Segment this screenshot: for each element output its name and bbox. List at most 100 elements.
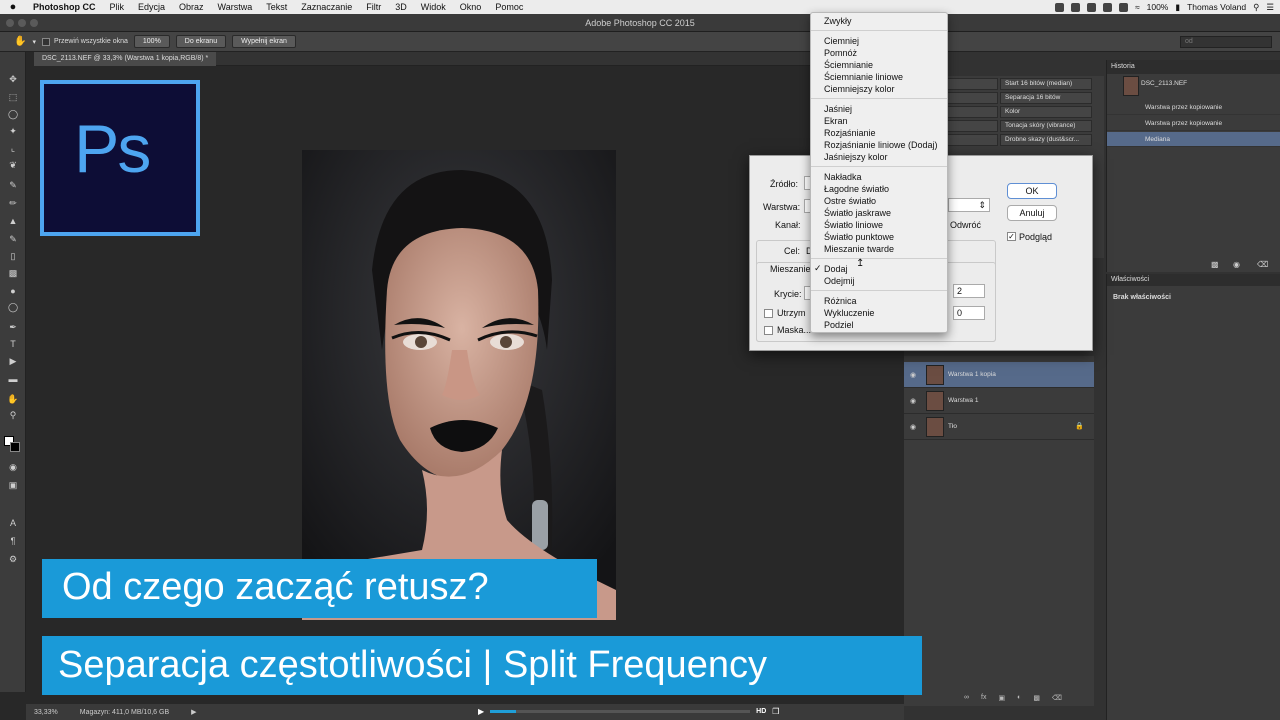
blend-mode-option[interactable]: Rozjaśnianie liniowe (Dodaj) bbox=[824, 139, 938, 151]
blend-mode-option[interactable]: Pomnóż bbox=[824, 47, 857, 59]
paragraph-panel-icon[interactable]: ¶ bbox=[7, 536, 19, 546]
blend-mode-option[interactable]: Ostre światło bbox=[824, 195, 876, 207]
search-icon[interactable]: ⚲ bbox=[1253, 2, 1259, 13]
eraser-tool-icon[interactable]: ▯ bbox=[7, 251, 19, 261]
layer-row[interactable]: ◉ Warstwa 1 kopia bbox=[904, 362, 1094, 388]
hd-badge[interactable]: HD bbox=[756, 708, 766, 715]
apple-icon[interactable]: ● bbox=[0, 1, 26, 13]
dodge-tool-icon[interactable]: ◯ bbox=[7, 302, 19, 312]
action-button[interactable]: Kolor bbox=[1000, 106, 1092, 118]
fullscreen-icon[interactable]: ❒ bbox=[772, 707, 779, 716]
zoom-level[interactable]: 33,33% bbox=[34, 709, 58, 716]
new-document-from-state-icon[interactable]: ▩ bbox=[1211, 260, 1219, 269]
blend-mode-option[interactable]: Światło jaskrawe bbox=[824, 207, 891, 219]
history-panel-title[interactable]: Historia bbox=[1107, 60, 1280, 74]
blend-mode-option[interactable]: Nakładka bbox=[824, 171, 862, 183]
menu-okno[interactable]: Okno bbox=[453, 2, 489, 12]
document-photo[interactable] bbox=[302, 150, 616, 620]
video-progress-track[interactable] bbox=[490, 709, 751, 713]
close-window-button[interactable] bbox=[6, 19, 14, 27]
fill-screen-button[interactable]: Wypełnij ekran bbox=[232, 35, 296, 48]
visibility-eye-icon[interactable]: ◉ bbox=[910, 371, 916, 379]
play-icon[interactable]: ▶ bbox=[478, 707, 484, 716]
screen-mode-icon[interactable]: ▣ bbox=[7, 480, 19, 490]
blend-mode-option[interactable]: Ekran bbox=[824, 115, 848, 127]
background-color-swatch[interactable] bbox=[10, 442, 20, 452]
menu-obraz[interactable]: Obraz bbox=[172, 2, 211, 12]
blend-mode-option[interactable]: Różnica bbox=[824, 295, 857, 307]
blend-mode-option[interactable]: Łagodne światło bbox=[824, 183, 889, 195]
action-button[interactable]: Drobne skazy (dust&scr... bbox=[1000, 134, 1092, 146]
preview-checkbox[interactable]: ✓ bbox=[1007, 232, 1016, 241]
blend-mode-option[interactable]: Światło punktowe bbox=[824, 231, 894, 243]
healing-brush-icon[interactable]: ✎ bbox=[7, 180, 19, 190]
menu-warstwa[interactable]: Warstwa bbox=[211, 2, 260, 12]
menu-3d[interactable]: 3D bbox=[388, 2, 414, 12]
scale-field[interactable]: 2 bbox=[953, 284, 985, 298]
menu-tekst[interactable]: Tekst bbox=[259, 2, 294, 12]
properties-panel-title[interactable]: Właściwości bbox=[1107, 274, 1280, 286]
blend-mode-option[interactable]: Jaśniej bbox=[824, 103, 852, 115]
wifi-icon[interactable]: ≈ bbox=[1135, 2, 1140, 12]
eyedropper-tool-icon[interactable]: ❦ bbox=[7, 160, 19, 170]
quick-select-tool-icon[interactable]: ✦ bbox=[7, 126, 19, 136]
blend-mode-option[interactable]: Wykluczenie bbox=[824, 307, 874, 319]
crop-tool-icon[interactable]: ⌞ bbox=[7, 143, 19, 153]
blend-mode-option[interactable]: Ściemnianie bbox=[824, 59, 873, 71]
document-tab[interactable]: DSC_2113.NEF @ 33,3% (Warstwa 1 kopia,RG… bbox=[34, 52, 217, 66]
camera-icon[interactable]: ◉ bbox=[1233, 260, 1240, 269]
trash-icon[interactable]: ⌫ bbox=[1052, 694, 1062, 702]
type-tool-icon[interactable]: T bbox=[7, 339, 19, 349]
status-icon[interactable] bbox=[1070, 2, 1080, 12]
status-menu-arrow-icon[interactable]: ▶ bbox=[191, 708, 196, 716]
character-panel-icon[interactable]: A bbox=[7, 518, 19, 528]
invert-label[interactable]: Odwróć bbox=[950, 220, 981, 230]
path-select-icon[interactable]: ▶ bbox=[7, 356, 19, 366]
menu-pomoc[interactable]: Pomoc bbox=[488, 2, 530, 12]
action-button[interactable]: Start 16 bitów (median) bbox=[1000, 78, 1092, 90]
blend-mode-option[interactable]: Ciemniej bbox=[824, 35, 859, 47]
blend-mode-option[interactable]: Światło liniowe bbox=[824, 219, 883, 231]
hand-tool-icon[interactable]: ✋ bbox=[7, 394, 19, 404]
scroll-all-checkbox[interactable]: Przewiń wszystkie okna bbox=[41, 37, 128, 46]
history-item[interactable]: Warstwa przez kopiowanie bbox=[1107, 116, 1280, 131]
list-icon[interactable]: ☰ bbox=[1266, 2, 1274, 13]
mask-icon[interactable]: ▣ bbox=[998, 694, 1005, 702]
zoom-window-button[interactable] bbox=[30, 19, 38, 27]
status-icon[interactable] bbox=[1086, 2, 1096, 12]
minimize-window-button[interactable] bbox=[18, 19, 26, 27]
trash-icon[interactable]: ⌫ bbox=[1257, 260, 1268, 269]
bluetooth-icon[interactable] bbox=[1118, 2, 1128, 12]
document-info[interactable]: Magazyn: 411,0 MB/10,6 GB bbox=[80, 709, 169, 716]
menu-app[interactable]: Photoshop CC bbox=[26, 2, 103, 12]
visibility-eye-icon[interactable]: ◉ bbox=[910, 397, 916, 405]
history-brush-icon[interactable]: ✎ bbox=[7, 234, 19, 244]
lasso-tool-icon[interactable]: ◯ bbox=[7, 109, 19, 119]
clone-stamp-icon[interactable]: ▲ bbox=[7, 216, 19, 226]
search-field[interactable]: od bbox=[1180, 36, 1272, 48]
channel-select-arrow[interactable]: ⇕ bbox=[948, 198, 990, 212]
status-icon[interactable] bbox=[1054, 2, 1064, 12]
battery-icon[interactable]: ▮ bbox=[1175, 2, 1180, 13]
zoom-tool-icon[interactable]: ⚲ bbox=[7, 410, 19, 420]
link-icon[interactable]: ∞ bbox=[964, 694, 969, 702]
pen-tool-icon[interactable]: ✒ bbox=[7, 322, 19, 332]
zoom-100-button[interactable]: 100% bbox=[133, 35, 170, 48]
offset-field[interactable]: 0 bbox=[953, 306, 985, 320]
gradient-tool-icon[interactable]: ▩ bbox=[7, 268, 19, 278]
tool-preset-dropdown[interactable]: ▾ bbox=[32, 38, 36, 46]
shape-tool-icon[interactable]: ▬ bbox=[7, 374, 19, 384]
marquee-tool-icon[interactable]: ⬚ bbox=[7, 92, 19, 102]
time-machine-icon[interactable] bbox=[1102, 2, 1112, 12]
blend-mode-option[interactable]: Rozjaśnianie bbox=[824, 127, 876, 139]
blend-mode-option[interactable]: Ciemniejszy kolor bbox=[824, 83, 895, 95]
history-item-selected[interactable]: Mediana bbox=[1107, 132, 1280, 147]
fit-screen-button[interactable]: Do ekranu bbox=[175, 35, 227, 48]
preserve-transparency-checkbox[interactable] bbox=[764, 309, 773, 318]
menu-filtr[interactable]: Filtr bbox=[359, 2, 388, 12]
tool-presets-icon[interactable]: ⚙ bbox=[7, 554, 19, 564]
snapshot-thumbnail[interactable] bbox=[1123, 76, 1139, 96]
mask-checkbox[interactable] bbox=[764, 326, 773, 335]
snapshot-name[interactable]: DSC_2113.NEF bbox=[1141, 80, 1187, 87]
hand-tool-icon[interactable]: ✋ bbox=[14, 36, 26, 47]
